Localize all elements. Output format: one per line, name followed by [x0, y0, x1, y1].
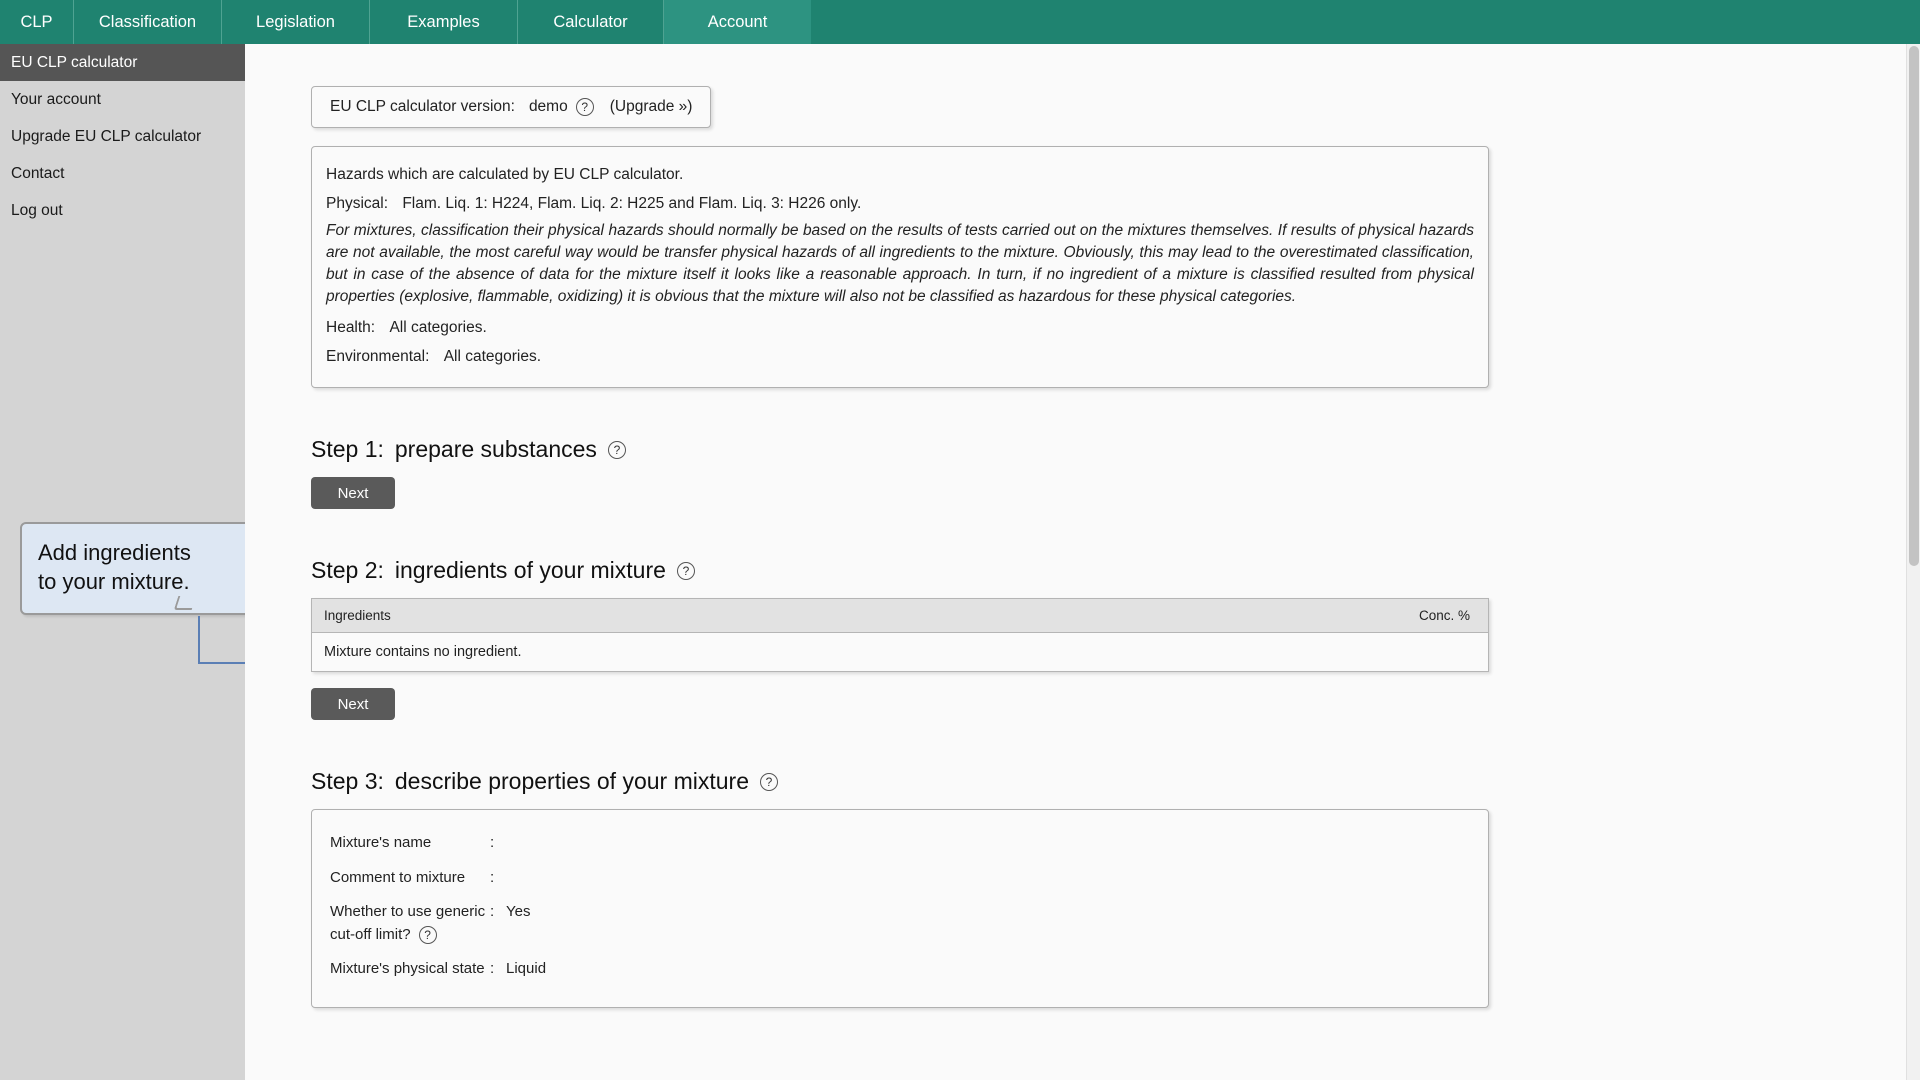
- version-value: demo: [528, 98, 568, 115]
- callout-connector-line: [198, 616, 200, 664]
- property-value[interactable]: Yes: [506, 901, 530, 924]
- nav-item-label: Examples: [407, 12, 480, 31]
- nav-item-label: Calculator: [553, 12, 628, 31]
- property-label: Mixture's name: [330, 834, 432, 851]
- property-row-comment: Comment to mixture :: [330, 861, 1470, 896]
- vertical-scrollbar[interactable]: [1906, 44, 1920, 1080]
- step2-title: ingredients of your mixture: [394, 557, 666, 583]
- step2-heading: Step 2: ingredients of your mixture ?: [311, 557, 1495, 584]
- property-label-line2-wrap: cut-off limit? ?: [330, 924, 490, 947]
- scrollbar-thumb[interactable]: [1909, 46, 1919, 566]
- nav-item-label: Legislation: [256, 12, 335, 31]
- mixture-properties-panel: Mixture's name : Comment to mixture : Wh…: [311, 809, 1489, 1008]
- table-header-row: Ingredients Conc. %: [311, 598, 1489, 633]
- upgrade-link[interactable]: (Upgrade »): [610, 98, 693, 116]
- nav-item-legislation[interactable]: Legislation: [222, 0, 370, 44]
- nav-item-label: Classification: [98, 12, 197, 31]
- help-icon[interactable]: ?: [676, 561, 695, 580]
- step2-next-button[interactable]: Next: [311, 688, 395, 720]
- nav-item-label: CLP: [20, 12, 53, 31]
- property-colon: :: [490, 903, 495, 920]
- callout-line-1: Add ingredients: [38, 540, 191, 565]
- sidebar-item-log-out[interactable]: Log out: [0, 192, 245, 229]
- property-row-physical-state: Mixture's physical state : Liquid: [330, 952, 1470, 987]
- version-panel: EU CLP calculator version: demo ? (Upgra…: [311, 86, 712, 128]
- step3-number: Step 3:: [311, 768, 384, 794]
- sidebar: EU CLP calculator Your account Upgrade E…: [0, 44, 291, 1080]
- help-icon[interactable]: ?: [418, 925, 437, 944]
- property-label-line2: cut-off limit?: [330, 925, 411, 943]
- step1-heading: Step 1: prepare substances ?: [311, 436, 1495, 463]
- hazards-physical-row: Physical: Flam. Liq. 1: H224, Flam. Liq.…: [326, 190, 1474, 219]
- sidebar-item-label: Your account: [11, 90, 101, 108]
- property-value[interactable]: Liquid: [506, 958, 546, 981]
- top-navigation-bar: CLP Classification Legislation Examples …: [0, 0, 1920, 44]
- property-colon: :: [490, 834, 495, 851]
- property-row-generic-cutoff: Whether to use generic cut-off limit? ? …: [330, 895, 1470, 952]
- hazards-health-value: All categories.: [389, 319, 487, 336]
- property-label: Comment to mixture: [330, 868, 466, 886]
- sidebar-item-label: Log out: [11, 201, 63, 219]
- nav-filler: [812, 0, 1920, 44]
- sidebar-item-label: Upgrade EU CLP calculator: [11, 127, 202, 145]
- version-label: EU CLP calculator version:: [330, 98, 515, 115]
- property-label: Mixture's physical state: [330, 960, 485, 977]
- hazards-physical-value: Flam. Liq. 1: H224, Flam. Liq. 2: H225 a…: [402, 194, 862, 212]
- help-icon[interactable]: ?: [575, 98, 594, 116]
- nav-item-examples[interactable]: Examples: [370, 0, 518, 44]
- nav-item-classification[interactable]: Classification: [74, 0, 222, 44]
- empty-state-message: Mixture contains no ingredient.: [311, 632, 1489, 672]
- help-icon[interactable]: ?: [607, 440, 626, 459]
- nav-item-account[interactable]: Account: [664, 0, 812, 44]
- step2-number: Step 2:: [311, 557, 384, 583]
- property-colon: :: [490, 960, 495, 977]
- hazards-health-label: Health:: [326, 319, 376, 336]
- sidebar-item-label: Contact: [11, 164, 65, 182]
- callout-tooltip: Add ingredients to your mixture.: [20, 522, 274, 615]
- step3-title: describe properties of your mixture: [394, 768, 749, 794]
- column-header-concentration: Conc. %: [933, 598, 1489, 633]
- hazards-info-panel: Hazards which are calculated by EU CLP c…: [311, 146, 1489, 388]
- ingredients-table: Ingredients Conc. % Mixture contains no …: [311, 598, 1489, 672]
- column-header-ingredients: Ingredients: [311, 598, 934, 633]
- property-colon: :: [490, 868, 495, 886]
- nav-item-clp[interactable]: CLP: [0, 0, 74, 44]
- step1-number: Step 1:: [311, 436, 384, 462]
- step3-heading: Step 3: describe properties of your mixt…: [311, 768, 1495, 795]
- step1-next-button[interactable]: Next: [311, 477, 395, 509]
- sidebar-item-contact[interactable]: Contact: [0, 155, 245, 192]
- sidebar-item-label: EU CLP calculator: [11, 53, 138, 71]
- sidebar-item-upgrade[interactable]: Upgrade EU CLP calculator: [0, 118, 245, 155]
- nav-item-calculator[interactable]: Calculator: [518, 0, 664, 44]
- hazards-environmental-value: All categories.: [443, 347, 542, 365]
- sidebar-item-your-account[interactable]: Your account: [0, 81, 245, 118]
- hazards-note: For mixtures, classification their physi…: [326, 222, 1474, 305]
- property-label: Whether to use generic cut-off limit? ?: [330, 901, 490, 946]
- page-body: EU CLP calculator Your account Upgrade E…: [0, 44, 1920, 1080]
- nav-item-label: Account: [707, 12, 768, 31]
- step1-title: prepare substances: [394, 436, 597, 462]
- property-label-line1: Whether to use generic: [330, 903, 486, 920]
- hazards-intro: Hazards which are calculated by EU CLP c…: [326, 166, 684, 183]
- hazards-environmental-row: Environmental: All categories.: [326, 343, 1474, 372]
- callout-line-2: to your mixture.: [38, 569, 190, 595]
- table-row: Mixture contains no ingredient.: [311, 632, 1489, 672]
- property-row-mixture-name: Mixture's name :: [330, 826, 1470, 861]
- help-icon[interactable]: ?: [760, 772, 778, 791]
- main-content: EU CLP calculator version: demo ? (Upgra…: [245, 44, 1920, 1080]
- hazards-environmental-label: Environmental:: [326, 347, 430, 365]
- hazards-health-row: Health: All categories.: [326, 314, 1474, 343]
- sidebar-item-eu-clp-calculator[interactable]: EU CLP calculator: [0, 44, 245, 81]
- hazards-physical-label: Physical:: [326, 194, 389, 212]
